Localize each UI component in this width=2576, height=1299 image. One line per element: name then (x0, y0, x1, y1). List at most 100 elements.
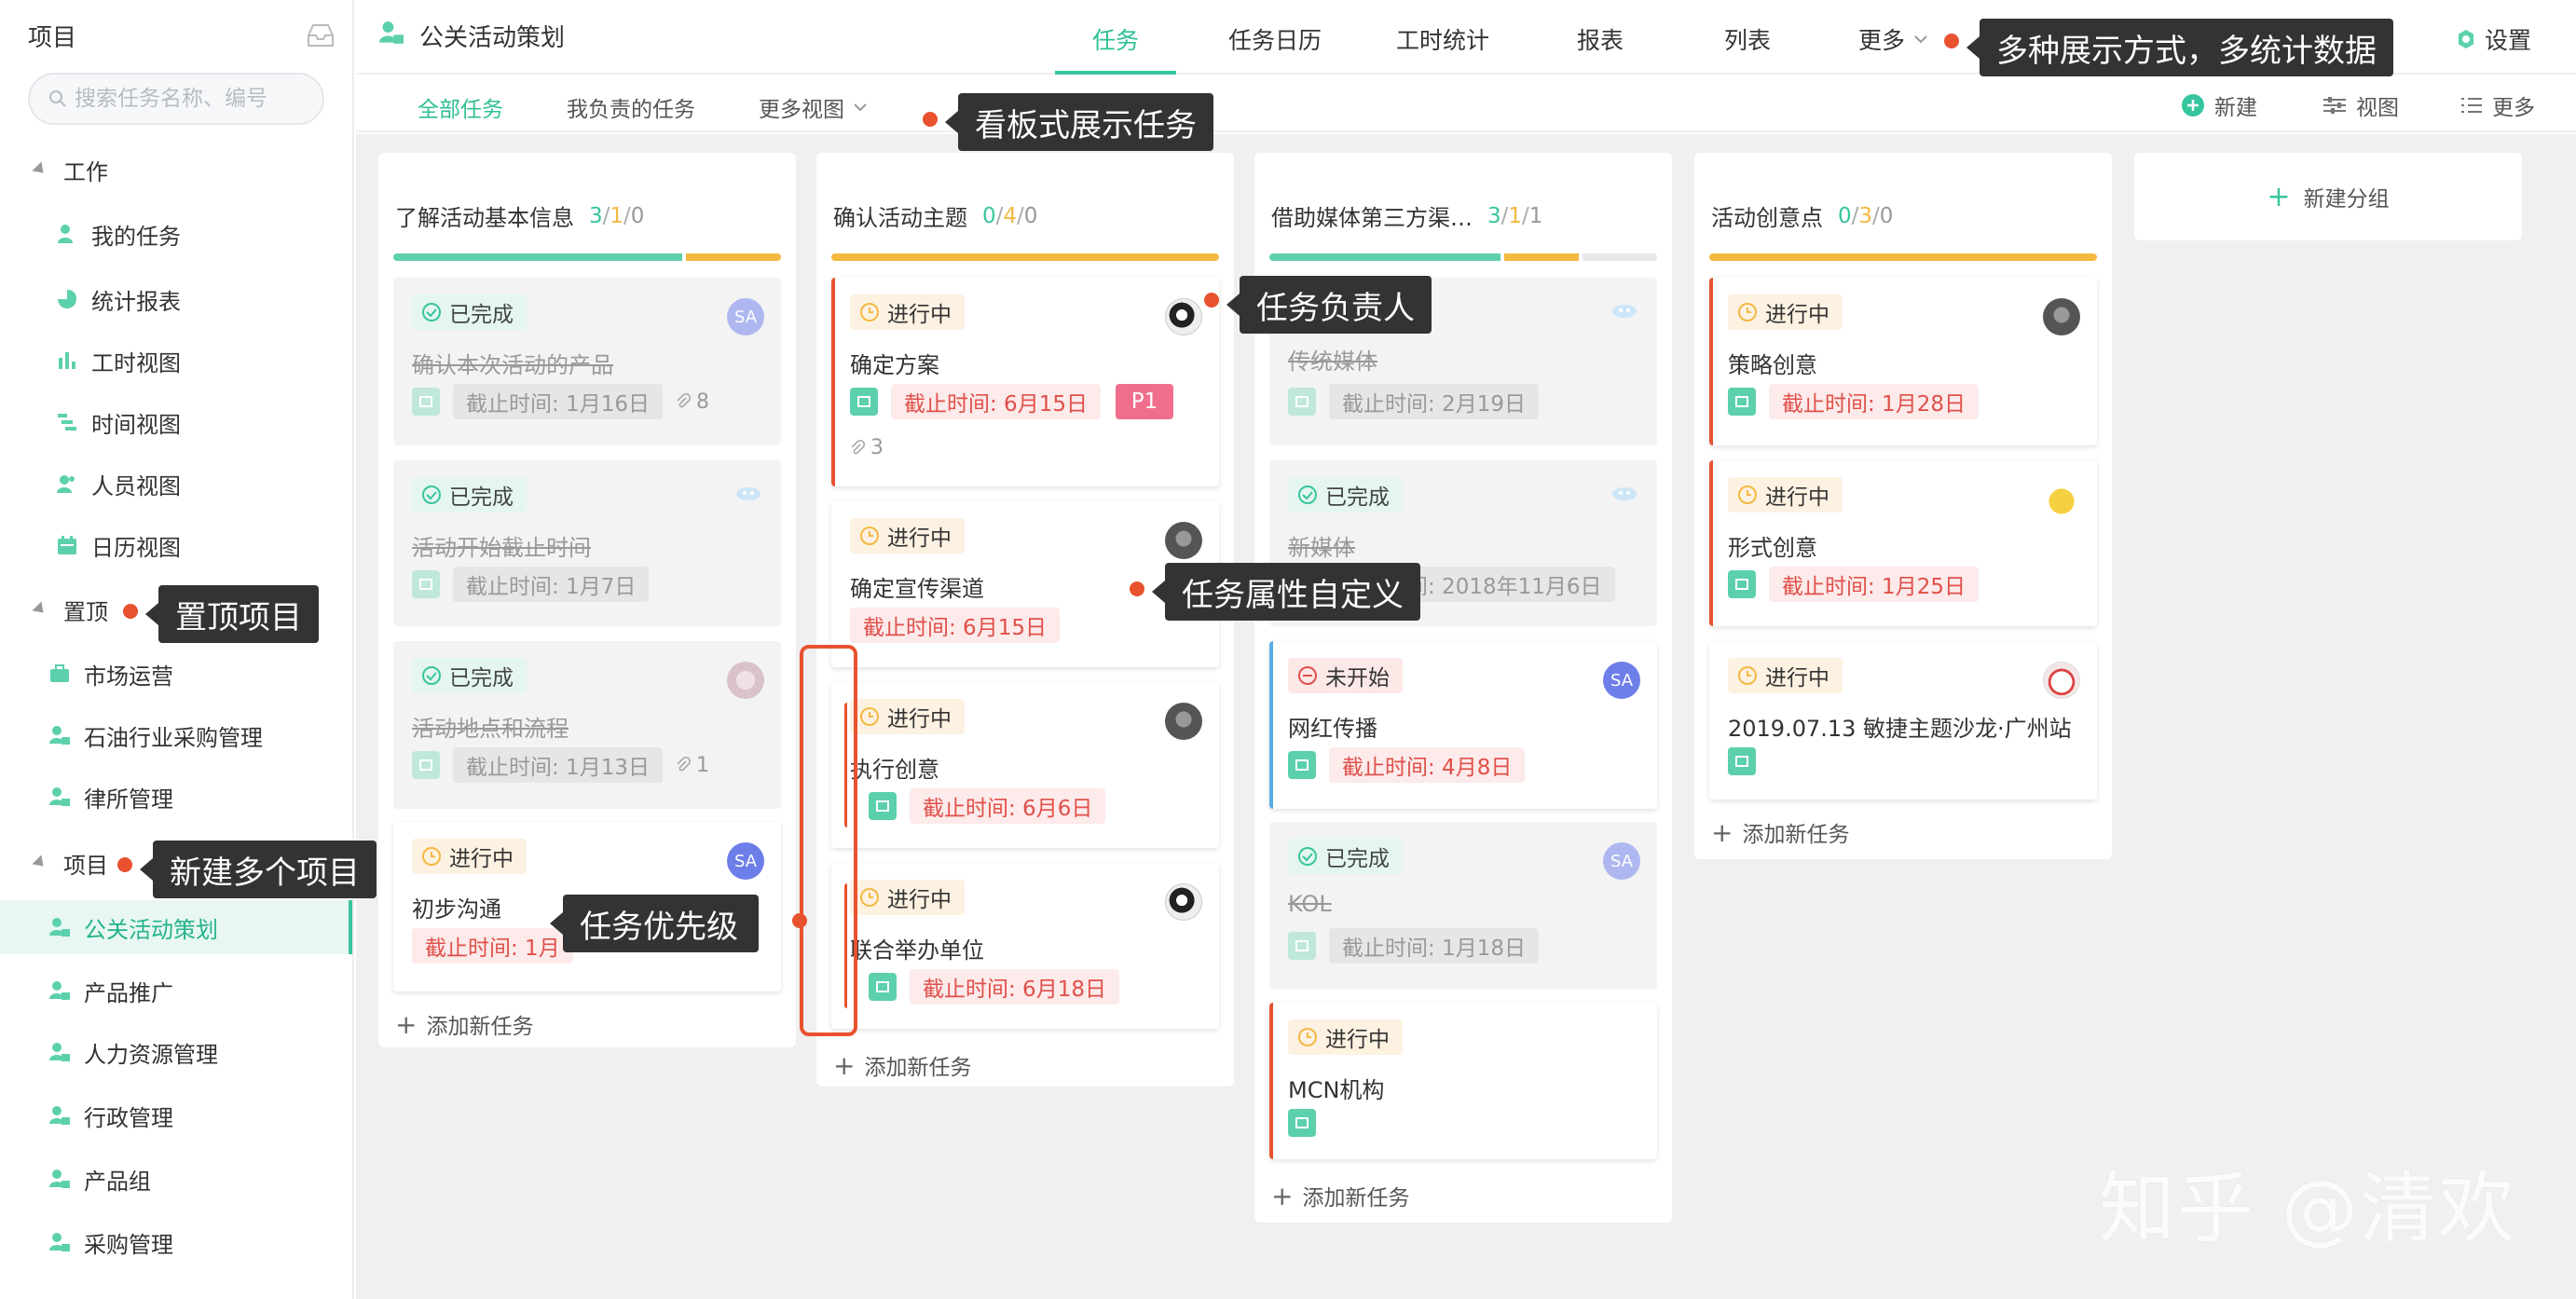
tab-list[interactable]: 列表 (1724, 22, 1771, 56)
task-card[interactable]: 已完成 活动地点和流程 截止时间: 1月13日 1 (393, 641, 781, 809)
new-label: 新建 (2214, 96, 2257, 120)
assignee-avatar[interactable] (2043, 298, 2080, 335)
column-progress-bar (1269, 253, 1657, 261)
assignee-avatar[interactable] (2043, 481, 2080, 518)
task-card[interactable]: 进行中 形式创意 截止时间: 1月25日 (1709, 460, 2097, 626)
sidebar-item-purchasing[interactable]: 采购管理 (0, 1215, 352, 1269)
checkbox-icon[interactable] (412, 570, 440, 598)
checkbox-icon[interactable] (869, 973, 897, 1001)
task-card[interactable]: 进行中 确定方案 截止时间: 6月15日 P1 3 (831, 278, 1219, 486)
assignee-avatar[interactable] (1165, 298, 1202, 335)
sidebar-item-people-view[interactable]: 人员视图 (0, 457, 352, 511)
sidebar-item-hr[interactable]: 人力资源管理 (0, 1025, 352, 1079)
status-badge: 进行中 (850, 880, 965, 915)
sidebar-item-product-promo[interactable]: 产品推广 (0, 964, 352, 1018)
assignee-avatar[interactable] (2043, 662, 2080, 699)
project-icon (48, 1041, 71, 1063)
task-card[interactable]: 已完成 活动开始截止时间 截止时间: 1月7日 (393, 460, 781, 626)
section-projects[interactable]: 项目 (32, 844, 108, 882)
assignee-avatar[interactable]: SA (1603, 842, 1640, 880)
sidebar-item-label: 采购管理 (84, 1231, 173, 1258)
bar-chart-icon (56, 349, 78, 372)
checkbox-icon[interactable] (1288, 751, 1316, 779)
settings-button[interactable]: 设置 (2455, 22, 2531, 56)
tab-more[interactable]: 更多 (1858, 22, 1927, 56)
due-date-badge: 截止时间: 6月15日 (891, 384, 1101, 419)
annotation-custom-fields: 任务属性自定义 (1152, 563, 1420, 621)
sidebar-item-oil-procurement[interactable]: 石油行业采购管理 (0, 708, 352, 762)
assignee-avatar[interactable]: SA (727, 298, 764, 335)
tab-my-responsible-tasks[interactable]: 我负责的任务 (567, 91, 695, 123)
section-pinned[interactable]: 置顶 (32, 591, 108, 628)
sidebar-item-law-firm[interactable]: 律所管理 (0, 770, 352, 824)
assignee-avatar[interactable] (1165, 883, 1202, 921)
sidebar-item-admin[interactable]: 行政管理 (0, 1088, 352, 1142)
checkbox-icon[interactable] (850, 388, 878, 416)
assignee-avatar[interactable] (727, 662, 764, 699)
sidebar-item-label: 律所管理 (84, 786, 173, 813)
checkbox-icon[interactable] (1728, 747, 1756, 775)
task-card[interactable]: 进行中 执行创意 截止时间: 6月6日 (831, 682, 1219, 848)
sidebar-item-product-group[interactable]: 产品组 (0, 1152, 352, 1206)
tab-all-tasks[interactable]: 全部任务 (418, 91, 503, 123)
add-task-button[interactable]: + 添加新任务 (1271, 1180, 1409, 1211)
checkbox-icon[interactable] (1288, 388, 1316, 416)
add-task-button[interactable]: + 添加新任务 (833, 1049, 971, 1081)
task-card[interactable]: 进行中 MCN机构 (1269, 1003, 1657, 1159)
task-card[interactable]: 进行中 联合举办单位 截止时间: 6月18日 (831, 863, 1219, 1029)
cloud-avatar-icon[interactable] (1610, 300, 1638, 319)
cloud-avatar-icon[interactable] (734, 483, 762, 501)
sidebar-item-label: 产品推广 (84, 979, 173, 1006)
sidebar-title: 项目 (28, 23, 77, 52)
more-button[interactable]: 更多 (2460, 89, 2535, 121)
due-date-badge: 截止时间: 6月15日 (850, 608, 1060, 643)
search-box[interactable] (28, 73, 324, 125)
task-card[interactable]: 进行中 2019.07.13 敏捷主题沙龙·广州站 (1709, 641, 2097, 800)
sidebar-item-hours-view[interactable]: 工时视图 (0, 334, 352, 388)
column-header: 活动创意点 0/3/0 (1711, 199, 1893, 232)
sidebar-item-label: 公关活动策划 (84, 916, 218, 943)
task-card[interactable]: 已完成 SA KOL 截止时间: 1月18日 (1269, 822, 1657, 990)
sidebar-item-timeline-view[interactable]: 时间视图 (0, 395, 352, 449)
task-card[interactable]: 进行中 策略创意 截止时间: 1月28日 (1709, 278, 2097, 445)
sidebar-item-my-tasks[interactable]: 我的任务 (0, 207, 352, 261)
sidebar-item-pr-event[interactable]: 公关活动策划 (0, 900, 352, 954)
checkbox-icon[interactable] (1728, 388, 1756, 416)
inbox-icon[interactable] (306, 22, 336, 48)
task-card[interactable]: 未开始 SA 网红传播 截止时间: 4月8日 (1269, 641, 1657, 809)
sidebar-item-calendar-view[interactable]: 日历视图 (0, 518, 352, 572)
add-task-button[interactable]: + 添加新任务 (395, 1008, 533, 1040)
sidebar-item-stats-report[interactable]: 统计报表 (0, 272, 352, 326)
more-views-dropdown[interactable]: 更多视图 (759, 91, 867, 123)
checkbox-icon[interactable] (1728, 570, 1756, 598)
tab-task-calendar[interactable]: 任务日历 (1228, 22, 1322, 56)
assignee-avatar[interactable] (1165, 522, 1202, 559)
assignee-avatar[interactable] (1165, 703, 1202, 740)
checkbox-icon[interactable] (1288, 1109, 1316, 1137)
checkbox-icon[interactable] (869, 792, 897, 820)
assignee-avatar[interactable]: SA (1603, 662, 1640, 699)
section-label: 项目 (63, 852, 108, 879)
annotation-assignee: 任务负责人 (1226, 276, 1432, 334)
checkbox-icon[interactable] (1288, 932, 1316, 960)
sidebar-item-market-ops[interactable]: 市场运营 (0, 647, 352, 701)
new-group-button[interactable]: + 新建分组 (2134, 153, 2522, 240)
new-button[interactable]: 新建 (2181, 89, 2257, 121)
task-card[interactable]: 已完成 SA 确认本次活动的产品 截止时间: 1月16日 8 (393, 278, 781, 445)
checkbox-icon[interactable] (412, 751, 440, 779)
checkbox-icon[interactable] (412, 388, 440, 416)
assignee-avatar[interactable]: SA (727, 842, 764, 880)
tab-hours-stats[interactable]: 工时统计 (1396, 22, 1489, 56)
view-button[interactable]: 视图 (2323, 89, 2399, 121)
tab-reports[interactable]: 报表 (1577, 22, 1624, 56)
add-task-button[interactable]: + 添加新任务 (1711, 816, 1849, 848)
clock-icon (422, 847, 441, 866)
priority-bar (1269, 641, 1273, 809)
section-work[interactable]: 工作 (32, 151, 108, 188)
search-input[interactable] (75, 87, 317, 111)
task-title: 2019.07.13 敏捷主题沙龙·广州站 (1728, 716, 2072, 742)
cloud-avatar-icon[interactable] (1610, 483, 1638, 501)
minus-circle-icon (1298, 666, 1317, 685)
tab-tasks[interactable]: 任务 (1092, 22, 1139, 56)
project-icon (48, 786, 71, 808)
